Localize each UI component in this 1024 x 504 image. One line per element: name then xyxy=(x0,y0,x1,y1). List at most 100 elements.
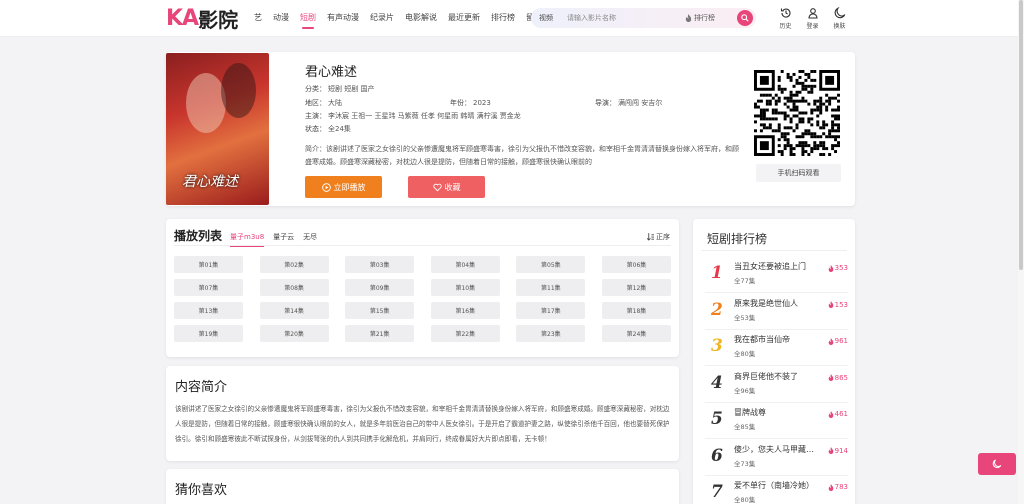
episode-button[interactable]: 第13集 xyxy=(174,302,243,319)
nav-item[interactable]: 有声动漫 xyxy=(327,12,359,23)
fire-icon xyxy=(828,337,833,345)
meta-cast-value[interactable]: 李沐宸 王祖一 王星玮 马紫薇 任孝 何星雨 韩晴 满柠溪 贾金龙 xyxy=(328,112,521,120)
episode-button[interactable]: 第04集 xyxy=(430,256,500,273)
search-button[interactable] xyxy=(737,10,753,26)
nav-item[interactable]: 短剧 xyxy=(300,12,316,29)
top-header: KA 影院 艺动漫 短剧 有声动漫 纪录片 电影解说 最近更新 排行榜留 视频 请输入影片名… xyxy=(0,0,1024,37)
episode-button[interactable]: 第09集 xyxy=(345,279,415,296)
episode-button[interactable]: 第02集 xyxy=(259,256,329,273)
ranking-item[interactable]: 4 商界巨佬他不装了 全96集 865 xyxy=(705,366,848,403)
rank-hot: 961 xyxy=(828,337,848,345)
recommend-title: 猜你喜欢 xyxy=(175,483,228,498)
nav-item[interactable]: 艺 xyxy=(254,12,262,23)
nav-item[interactable]: 排行榜 xyxy=(491,12,515,23)
header-moon-button[interactable]: 换肤 xyxy=(826,7,853,30)
rank-number: 1 xyxy=(711,263,723,283)
rank-number: 4 xyxy=(711,372,723,393)
rank-hot-value: 153 xyxy=(834,300,848,309)
episode-button[interactable]: 第11集 xyxy=(516,279,586,296)
rank-number: 6 xyxy=(711,445,723,466)
episode-button[interactable]: 第15集 xyxy=(345,302,415,319)
nav-item[interactable]: 电影解说 xyxy=(405,12,437,23)
episode-button[interactable]: 第18集 xyxy=(601,302,671,319)
episode-button[interactable]: 第12集 xyxy=(601,279,671,296)
rank-number: 3 xyxy=(711,336,723,356)
page-scrollbar[interactable] xyxy=(1018,0,1024,504)
ranking-divider xyxy=(701,250,847,251)
ranking-item[interactable]: 1 当丑女还要被追上门 全77集 353 xyxy=(705,256,848,293)
rank-episodes: 全80集 xyxy=(734,496,756,504)
rank-title[interactable]: 傻少，您夫人马甲藏不住了 xyxy=(734,444,816,455)
nav-item[interactable]: 动漫 xyxy=(273,12,289,23)
scrollbar-thumb[interactable] xyxy=(1019,0,1023,270)
search-rank-link[interactable]: 排行榜 xyxy=(685,13,715,23)
ranking-item[interactable]: 2 原来我是绝世仙人 全53集 153 xyxy=(705,293,848,330)
rank-title[interactable]: 商界巨佬他不装了 xyxy=(734,371,816,382)
meta-category-value[interactable]: 短剧 短剧 国产 xyxy=(328,85,374,93)
ranking-item[interactable]: 5 冒牌战尊 全85集 461 xyxy=(705,402,848,439)
theme-toggle-button[interactable] xyxy=(978,453,1016,475)
search-category-select[interactable]: 视频 xyxy=(539,13,563,23)
meta-region-value: 大陆 xyxy=(328,99,342,107)
rank-episodes: 全77集 xyxy=(734,277,756,285)
episode-button[interactable]: 第17集 xyxy=(516,302,586,319)
rank-title[interactable]: 冒牌战尊 xyxy=(734,407,816,418)
logo-ka: KA xyxy=(166,5,199,31)
episode-button[interactable]: 第23集 xyxy=(516,325,586,342)
episode-button[interactable]: 第05集 xyxy=(516,256,586,273)
rank-title[interactable]: 当丑女还要被追上门 xyxy=(734,261,816,272)
rank-episodes: 全73集 xyxy=(734,459,756,468)
nav-item[interactable]: 纪录片 xyxy=(370,12,394,23)
episode-button[interactable]: 第24集 xyxy=(601,325,671,342)
episode-button[interactable]: 第03集 xyxy=(345,256,415,273)
episode-button[interactable]: 第08集 xyxy=(259,279,329,296)
episode-grid: 第01集 第02集 第03集 第04集 第05集 第06集第07集 第08集 第09集 第10集… xyxy=(174,256,671,342)
sort-toggle[interactable]: 正序 xyxy=(647,232,670,242)
meta-cast: 主演： 李沐宸 王祖一 王星玮 马紫薇 任孝 何星雨 韩晴 满柠溪 贾金龙 xyxy=(305,111,521,121)
header-user-button[interactable]: 登录 xyxy=(799,7,826,30)
meta-cast-label: 主演： xyxy=(305,112,326,120)
nav-item[interactable]: 最近更新 xyxy=(448,12,480,23)
rank-number: 2 xyxy=(711,299,723,320)
poster-image[interactable]: 君心难述 xyxy=(166,53,269,205)
meta-director-label: 导演： xyxy=(595,99,616,107)
rank-title[interactable]: 我在都市当仙帝 xyxy=(734,334,816,345)
ranking-title: 短剧排行榜 xyxy=(707,232,768,246)
ranking-item[interactable]: 7 爱不单行（南墙冷她） 全80集 783 xyxy=(705,475,848,504)
rank-title[interactable]: 原来我是绝世仙人 xyxy=(734,298,816,309)
episode-button[interactable]: 第14集 xyxy=(259,302,329,319)
sort-icon xyxy=(647,233,654,241)
fire-icon xyxy=(828,483,833,491)
play-now-button[interactable]: 立即播放 xyxy=(305,176,382,198)
scan-qr-button[interactable]: 手机扫码观看 xyxy=(756,164,841,182)
short-description: 简介：该剧讲述了医家之女徐引的父亲惨遭魔鬼将军顾盛寒毒害，徐引为父报仇不惜改变容… xyxy=(305,145,739,166)
favorite-button[interactable]: 收藏 xyxy=(408,176,485,198)
search-input[interactable]: 请输入影片名称 xyxy=(567,13,685,23)
episode-button[interactable]: 第22集 xyxy=(430,325,500,342)
episode-button[interactable]: 第20集 xyxy=(259,325,329,342)
meta-status-value: 全24集 xyxy=(328,125,351,133)
play-icon xyxy=(321,182,331,192)
rank-hot: 865 xyxy=(828,374,848,382)
rank-hot: 783 xyxy=(828,483,848,491)
episode-button[interactable]: 第21集 xyxy=(345,325,415,342)
header-history-button[interactable]: 历史 xyxy=(772,7,799,30)
episode-button[interactable]: 第10集 xyxy=(430,279,500,296)
episode-button[interactable]: 第19集 xyxy=(174,325,243,342)
poster-figure-right xyxy=(221,63,256,118)
episode-button[interactable]: 第16集 xyxy=(430,302,500,319)
site-logo[interactable]: KA 影院 xyxy=(166,5,238,32)
episode-button[interactable]: 第06集 xyxy=(601,256,671,273)
meta-year-label: 年份： xyxy=(450,99,471,107)
ranking-item[interactable]: 6 傻少，您夫人马甲藏不住了全73集 914 xyxy=(705,439,848,476)
meta-director-value[interactable]: 满闯闯 安吉尔 xyxy=(618,99,662,107)
episode-button[interactable]: 第01集 xyxy=(174,256,243,273)
moon-icon xyxy=(992,459,1002,469)
intro-card: 内容简介 该剧讲述了医家之女徐引的父亲惨遭魔鬼将军顾盛寒毒害，徐引为父报仇不惜改… xyxy=(166,366,679,461)
rank-title[interactable]: 爱不单行（南墙冷她） xyxy=(734,480,816,491)
ranking-item[interactable]: 3 我在都市当仙帝 全80集 961 xyxy=(705,329,848,366)
episode-button[interactable]: 第07集 xyxy=(174,279,243,296)
header-actions: 历史 登录 换肤 xyxy=(772,7,853,30)
recommend-card: 猜你喜欢 xyxy=(166,469,679,504)
fire-icon xyxy=(828,374,833,381)
